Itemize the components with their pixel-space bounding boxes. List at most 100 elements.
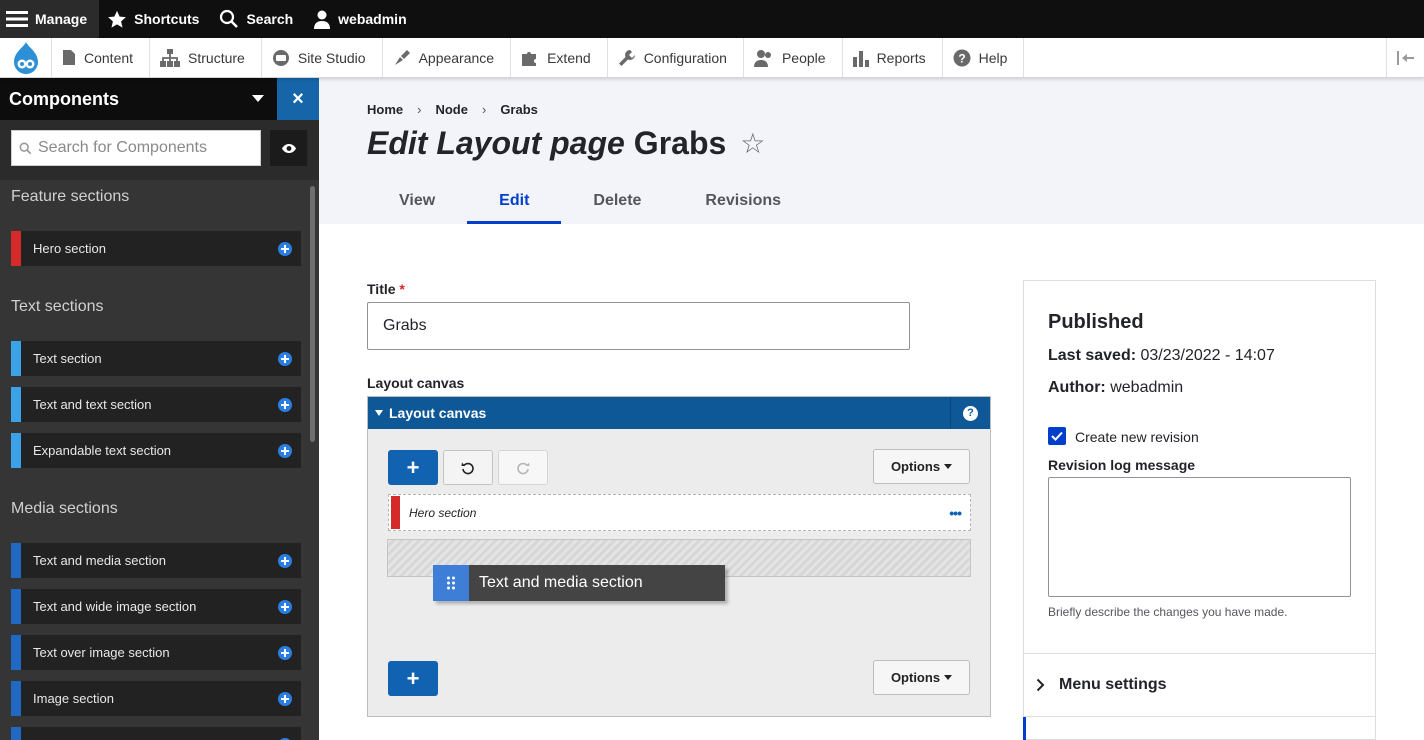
close-sidebar-button[interactable]: × <box>277 78 319 120</box>
shortcuts-button[interactable]: Shortcuts <box>99 0 211 38</box>
structure-icon <box>160 48 181 67</box>
dragging-component[interactable]: Text and media section <box>433 565 725 601</box>
page-title-name: Grabs <box>633 125 727 161</box>
component-text-and-text-section[interactable]: Text and text section <box>11 387 301 422</box>
publish-status: Published <box>1048 311 1144 333</box>
breadcrumb-node[interactable]: Node <box>435 102 468 117</box>
component-image-section[interactable]: Image section <box>11 681 301 716</box>
component-text-section[interactable]: Text section <box>11 341 301 376</box>
user-button[interactable]: webadmin <box>305 0 418 38</box>
drupal-logo[interactable] <box>0 38 52 77</box>
tray-item-help[interactable]: ? Help <box>943 38 1025 77</box>
tab-delete[interactable]: Delete <box>561 184 673 224</box>
paintbrush-icon <box>394 49 410 65</box>
tab-view[interactable]: View <box>367 184 467 224</box>
chevron-down-icon[interactable] <box>252 95 264 102</box>
dragging-component-label: Text and media section <box>479 574 643 591</box>
undo-button[interactable] <box>443 450 493 485</box>
tray-item-structure[interactable]: Structure <box>150 38 262 77</box>
sidebar-scrollbar[interactable] <box>310 186 315 442</box>
revision-log-description: Briefly describe the changes you have ma… <box>1048 605 1288 619</box>
component-next-partial[interactable] <box>11 727 301 740</box>
tab-revisions[interactable]: Revisions <box>673 184 813 224</box>
add-component-button-bottom[interactable]: + <box>388 661 438 696</box>
component-text-and-media-section[interactable]: Text and media section <box>11 543 301 578</box>
collapse-left-icon <box>1396 51 1414 65</box>
component-label: Image section <box>33 691 114 706</box>
local-tabs: View Edit Delete Revisions <box>367 184 813 224</box>
tray-item-label: People <box>781 49 826 66</box>
user-label: webadmin <box>338 11 407 27</box>
create-revision-checkbox[interactable] <box>1048 427 1066 445</box>
sidebar-title: Components <box>9 88 119 109</box>
last-saved: Last saved: 03/23/2022 - 14:07 <box>1048 347 1275 365</box>
redo-button[interactable] <box>498 450 548 485</box>
breadcrumb-home[interactable]: Home <box>367 102 403 117</box>
checkmark-icon <box>1051 431 1063 441</box>
create-revision-label[interactable]: Create new revision <box>1075 429 1199 445</box>
title-input[interactable]: Grabs <box>367 302 910 350</box>
page-title-prefix: Edit Layout page <box>367 125 625 161</box>
add-circle-icon[interactable] <box>278 351 292 366</box>
component-label: Hero section <box>33 241 106 256</box>
tray-item-configuration[interactable]: Configuration <box>608 38 744 77</box>
search-button[interactable]: Search <box>211 0 305 38</box>
add-circle-icon[interactable] <box>278 691 292 706</box>
user-icon <box>314 10 331 29</box>
add-circle-icon[interactable] <box>278 443 292 458</box>
tray-item-people[interactable]: People <box>744 38 843 77</box>
help-button[interactable]: ? <box>950 397 990 429</box>
manage-button[interactable]: Manage <box>0 0 100 38</box>
tray-orientation-toggle[interactable] <box>1386 38 1424 78</box>
author-value: webadmin <box>1110 379 1184 396</box>
search-label: Search <box>246 11 294 27</box>
last-saved-label: Last saved: <box>1048 347 1137 364</box>
component-label: Text section <box>33 351 102 366</box>
revision-log-textarea[interactable] <box>1048 477 1351 597</box>
component-label: Text over image section <box>33 645 170 660</box>
tray-item-label: Appearance <box>418 49 495 66</box>
tab-edit[interactable]: Edit <box>467 184 562 224</box>
toolbar-tray: Content Structure Site Studio Appearance… <box>0 38 1424 78</box>
sidebar-header: Components × <box>0 78 319 120</box>
tray-item-appearance[interactable]: Appearance <box>383 38 512 77</box>
caret-down-icon <box>944 464 953 469</box>
menu-settings-toggle[interactable]: Menu settings <box>1036 676 1167 694</box>
add-circle-icon[interactable] <box>278 599 292 614</box>
tray-item-content[interactable]: Content <box>52 38 151 77</box>
preview-toggle-button[interactable] <box>270 130 307 166</box>
add-component-button[interactable]: + <box>388 450 438 485</box>
component-expandable-text-section[interactable]: Expandable text section <box>11 433 301 468</box>
drag-handle-icon[interactable] <box>433 565 469 601</box>
options-button-top[interactable]: Options <box>873 449 970 484</box>
layout-canvas-header[interactable]: Layout canvas ? <box>368 397 990 429</box>
breadcrumb-grabs[interactable]: Grabs <box>500 102 538 117</box>
drupal-icon <box>13 41 38 74</box>
tray-item-reports[interactable]: Reports <box>843 38 943 77</box>
manage-label: Manage <box>35 11 88 27</box>
add-circle-icon[interactable] <box>278 397 292 412</box>
add-circle-icon[interactable] <box>278 241 292 256</box>
group-title-text: Text sections <box>11 298 104 315</box>
hamburger-icon <box>6 11 28 27</box>
component-hero-section[interactable]: Hero section <box>11 231 301 266</box>
layout-canvas: Layout canvas ? + Options Hero section •… <box>367 396 991 717</box>
add-circle-icon[interactable] <box>278 645 292 660</box>
options-button-bottom[interactable]: Options <box>873 660 970 695</box>
site-studio-icon <box>272 49 289 66</box>
component-text-over-image-section[interactable]: Text over image section <box>11 635 301 670</box>
undo-icon <box>461 462 474 474</box>
more-options-icon[interactable]: ••• <box>949 505 962 521</box>
caret-down-icon <box>375 410 383 416</box>
admin-toolbar: Manage Shortcuts Search webadmin <box>0 0 1424 38</box>
redo-icon <box>517 462 530 474</box>
add-circle-icon[interactable] <box>278 553 292 568</box>
tray-item-label: Help <box>978 49 1008 66</box>
eye-icon <box>281 143 296 153</box>
tray-item-site-studio[interactable]: Site Studio <box>262 38 383 77</box>
component-text-and-wide-image-section[interactable]: Text and wide image section <box>11 589 301 624</box>
tray-item-extend[interactable]: Extend <box>511 38 608 77</box>
component-search-input[interactable] <box>38 139 248 157</box>
canvas-item-hero-section[interactable]: Hero section ••• <box>388 494 971 531</box>
star-shortcut-icon[interactable]: ☆ <box>740 127 765 160</box>
